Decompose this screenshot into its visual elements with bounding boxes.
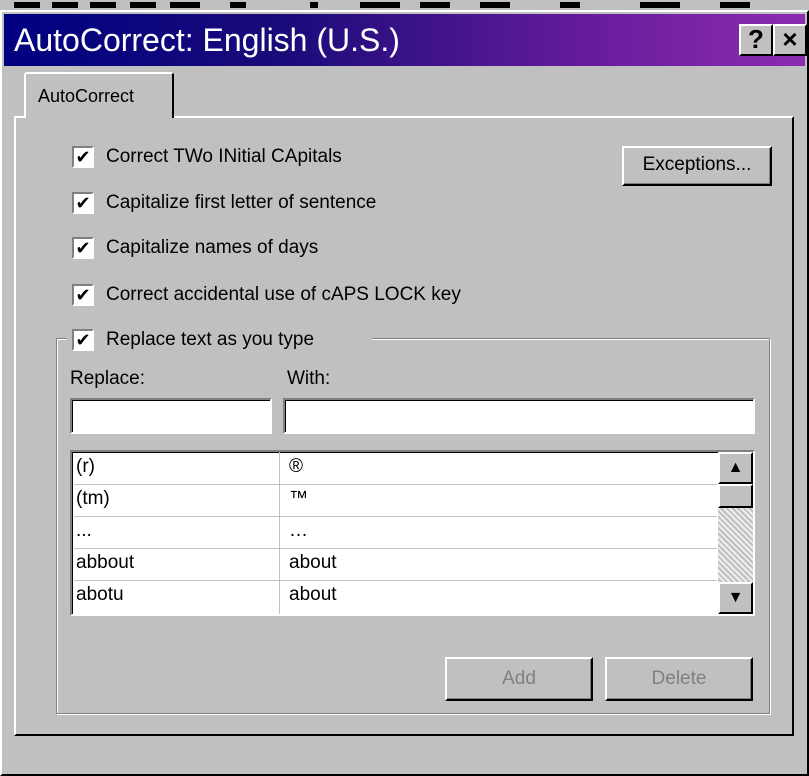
delete-button[interactable]: Delete	[605, 657, 753, 701]
checkbox-label: Replace text as you type	[106, 329, 315, 350]
with-cell: ®	[289, 456, 303, 477]
with-input[interactable]	[283, 398, 755, 434]
with-cell: ™	[289, 488, 308, 509]
help-button[interactable]: ?	[739, 24, 773, 56]
with-cell: about	[289, 584, 337, 605]
replace-label: Replace:	[70, 368, 145, 389]
list-item[interactable]: (tm) ™	[74, 484, 717, 517]
replace-cell: ...	[76, 520, 92, 541]
checkbox-label: Capitalize names of days	[106, 237, 319, 258]
replace-input[interactable]	[70, 398, 272, 434]
list-item[interactable]: abbout about	[74, 548, 717, 581]
background-toolbar	[0, 0, 809, 10]
tab-autocorrect[interactable]: AutoCorrect	[24, 72, 174, 118]
column-divider	[279, 452, 280, 614]
with-cell: …	[289, 520, 308, 541]
list-item[interactable]: (r) ®	[74, 452, 717, 485]
checkbox-box: ✔	[72, 284, 94, 306]
window-title: AutoCorrect: English (U.S.)	[14, 22, 400, 58]
title-bar: AutoCorrect: English (U.S.) ? ×	[4, 14, 807, 66]
replace-cell: abotu	[76, 584, 124, 605]
replace-cell: abbout	[76, 552, 135, 573]
replace-cell: (r)	[76, 456, 95, 477]
with-cell: about	[289, 552, 337, 573]
vertical-scrollbar[interactable]: ▲ ▼	[718, 452, 753, 614]
scroll-thumb[interactable]	[718, 484, 753, 508]
list-item[interactable]: ... …	[74, 516, 717, 549]
scroll-up-icon[interactable]: ▲	[718, 452, 753, 484]
scroll-down-icon[interactable]: ▼	[718, 582, 753, 614]
checkbox-label: Capitalize first letter of sentence	[106, 192, 377, 213]
checkbox-box: ✔	[72, 237, 94, 259]
replacement-list[interactable]: (r) ® (tm) ™ ... … abbout about abotu ab…	[70, 450, 755, 616]
tab-label: AutoCorrect	[38, 86, 135, 106]
close-button[interactable]: ×	[773, 24, 807, 56]
checkbox-label: Correct TWo INitial CApitals	[106, 146, 342, 167]
with-label: With:	[287, 368, 331, 389]
add-button[interactable]: Add	[445, 657, 593, 701]
exceptions-button[interactable]: Exceptions...	[622, 146, 772, 186]
checkbox-box: ✔	[72, 329, 94, 351]
checkbox-box: ✔	[72, 146, 94, 168]
replace-cell: (tm)	[76, 488, 110, 509]
list-item[interactable]: abotu about	[74, 580, 717, 612]
checkbox-label: Correct accidental use of cAPS LOCK key	[106, 284, 461, 305]
checkbox-box: ✔	[72, 192, 94, 214]
